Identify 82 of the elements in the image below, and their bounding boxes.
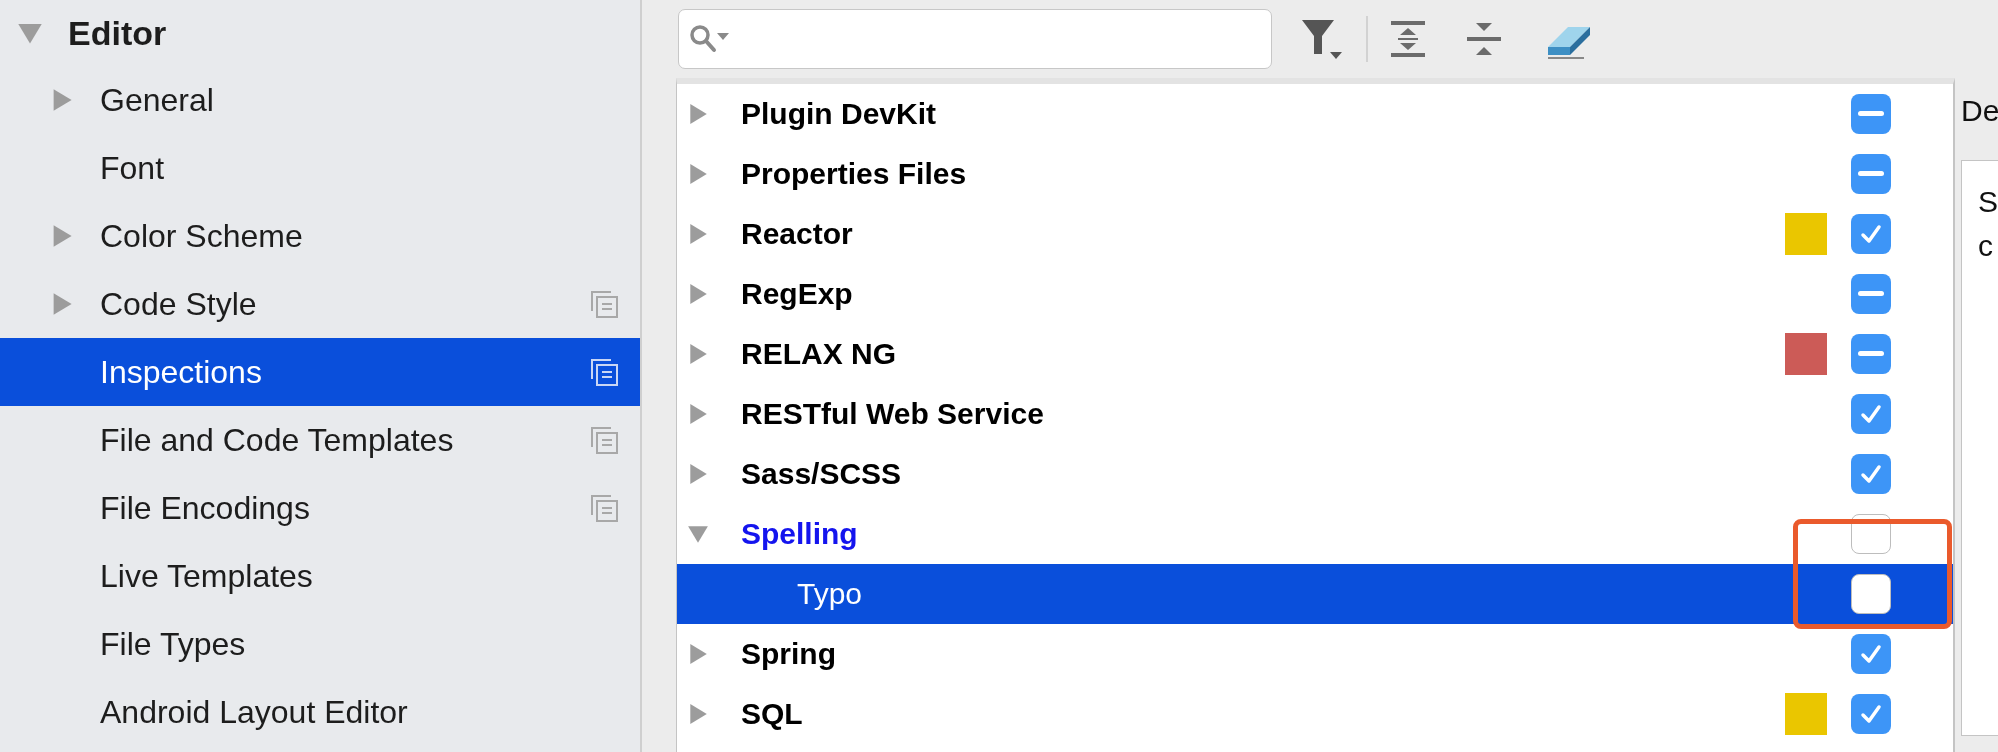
collapsed-arrow-icon[interactable] (687, 283, 709, 305)
check-icon (1859, 642, 1883, 666)
checkbox[interactable] (1851, 694, 1891, 734)
description-heading: De (1961, 93, 1998, 129)
expanded-arrow-icon[interactable] (687, 523, 709, 545)
sidebar-item[interactable]: General (0, 66, 640, 134)
collapsed-arrow-icon[interactable] (687, 103, 709, 125)
sidebar-item[interactable]: File and Code Templates (0, 406, 640, 474)
checkbox[interactable] (1851, 94, 1891, 134)
sidebar-item[interactable]: Inspections (0, 338, 640, 406)
tree-row[interactable]: RELAX NG (677, 324, 1953, 384)
collapsed-arrow-icon[interactable] (687, 703, 709, 725)
tree-row[interactable]: SQL (677, 684, 1953, 744)
sidebar-item[interactable]: Color Scheme (0, 202, 640, 270)
copy-icon (591, 426, 618, 454)
collapsed-arrow-icon[interactable] (687, 643, 709, 665)
tree-label: Spelling (741, 517, 859, 551)
tree-row[interactable]: Plugin DevKit (677, 84, 1953, 144)
check-icon (1859, 462, 1883, 486)
checkbox[interactable] (1851, 574, 1891, 614)
sidebar-item[interactable]: Font (0, 134, 640, 202)
checkbox[interactable] (1851, 214, 1891, 254)
copy-icon (591, 358, 618, 386)
tree-label: SQL (741, 697, 804, 731)
sidebar-label: Code Style (100, 285, 258, 323)
sidebar-label: Live Templates (100, 557, 314, 595)
sidebar-item[interactable]: Code Style (0, 270, 640, 338)
tree-label: RESTful Web Service (741, 397, 1045, 431)
sidebar-label: Font (100, 149, 166, 187)
checkbox[interactable] (1851, 334, 1891, 374)
tree-row[interactable]: Spelling (677, 504, 1953, 564)
sidebar-label: Inspections (100, 353, 263, 391)
tree-row[interactable]: Properties Files (677, 144, 1953, 204)
checkbox[interactable] (1851, 454, 1891, 494)
tree-label: Plugin DevKit (741, 97, 937, 131)
tree-row[interactable]: RegExp (677, 264, 1953, 324)
sidebar-label: General (100, 81, 215, 119)
tree-label: RegExp (741, 277, 854, 311)
description-text: c (1978, 228, 1994, 264)
sidebar-label: File Encodings (100, 489, 311, 527)
tree-row[interactable]: Sass/SCSS (677, 444, 1953, 504)
sidebar-item[interactable]: Live Templates (0, 542, 640, 610)
checkbox[interactable] (1851, 154, 1891, 194)
sidebar-label: Editor (68, 13, 168, 53)
minus-icon (1858, 291, 1884, 297)
check-icon (1859, 402, 1883, 426)
tree-label: Sass/SCSS (741, 457, 903, 491)
check-icon (1859, 702, 1883, 726)
collapsed-arrow-icon[interactable] (687, 223, 709, 245)
sidebar-item[interactable]: File Types (0, 610, 640, 678)
collapsed-arrow-icon[interactable] (687, 463, 709, 485)
copy-icon (591, 494, 618, 522)
tree-row[interactable]: Spring (677, 624, 1953, 684)
sidebar-item[interactable]: Editor (0, 0, 640, 66)
sidebar-label: Android Layout Editor (100, 693, 409, 731)
search-field[interactable] (678, 9, 1272, 69)
description-text: S (1978, 184, 1998, 220)
collapsed-arrow-icon[interactable] (687, 163, 709, 185)
tree-label: RELAX NG (741, 337, 897, 371)
tree-label: Spring (741, 637, 837, 671)
collapsed-arrow-icon[interactable] (687, 403, 709, 425)
minus-icon (1858, 351, 1884, 357)
checkbox[interactable] (1851, 274, 1891, 314)
tree-label: Properties Files (741, 157, 968, 191)
checkbox[interactable] (1851, 514, 1891, 554)
checkbox[interactable] (1851, 394, 1891, 434)
tree-label: Reactor (741, 217, 854, 251)
tree-row[interactable]: Reactor (677, 204, 1953, 264)
sidebar-label: File and Code Templates (100, 421, 455, 459)
minus-icon (1858, 171, 1884, 177)
sidebar-label: File Types (100, 625, 247, 663)
sidebar-item[interactable]: Android Layout Editor (0, 678, 640, 746)
tree-row[interactable]: Typo (677, 564, 1953, 624)
minus-icon (1858, 111, 1884, 117)
checkbox[interactable] (1851, 634, 1891, 674)
sidebar-item[interactable]: File Encodings (0, 474, 640, 542)
copy-icon (591, 290, 618, 318)
check-icon (1859, 222, 1883, 246)
tree-label: Typo (797, 577, 864, 611)
collapsed-arrow-icon[interactable] (687, 343, 709, 365)
sidebar-label: Color Scheme (100, 217, 304, 255)
tree-row[interactable]: RESTful Web Service (677, 384, 1953, 444)
